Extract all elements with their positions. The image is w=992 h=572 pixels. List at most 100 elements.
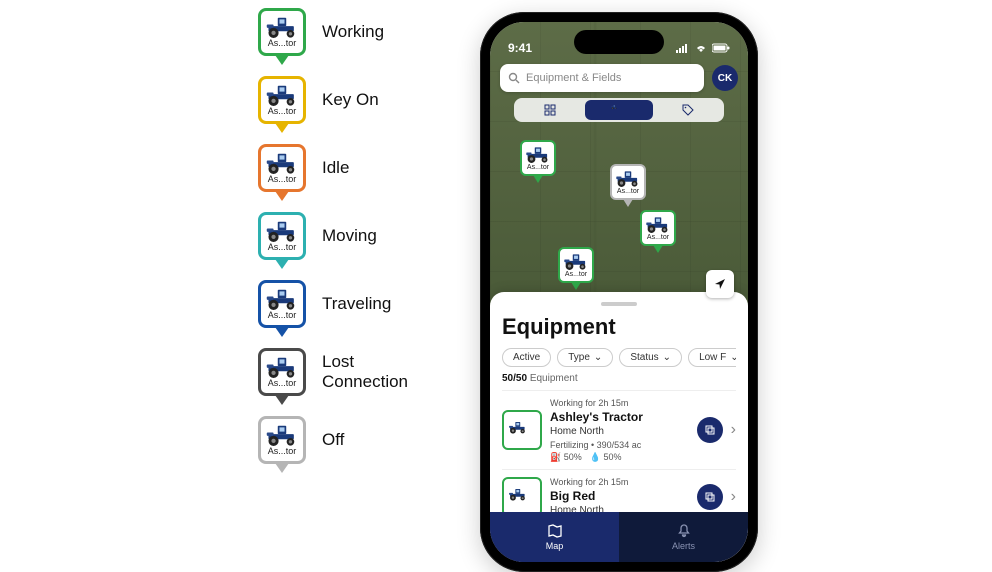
status-time: 9:41 bbox=[508, 41, 532, 55]
search-placeholder: Equipment & Fields bbox=[526, 72, 621, 84]
status-line: Working for 2h 15m bbox=[550, 397, 689, 409]
user-avatar[interactable]: CK bbox=[712, 65, 738, 91]
legend-item: As...tor Traveling bbox=[258, 280, 432, 328]
legend-item: As...tor Key On bbox=[258, 76, 432, 124]
details-button[interactable] bbox=[697, 484, 723, 510]
map-icon bbox=[547, 523, 563, 539]
chevron-down-icon: ⌄ bbox=[663, 352, 671, 363]
status-icons bbox=[676, 43, 730, 53]
map-equipment-pin[interactable]: As...tor bbox=[640, 210, 676, 246]
seg-equipment[interactable] bbox=[585, 100, 654, 120]
chevron-down-icon: ⌄ bbox=[730, 352, 736, 363]
status-pin: As...tor bbox=[258, 212, 306, 260]
legend-item: As...tor Off bbox=[258, 416, 432, 464]
equipment-count: 50/50 Equipment bbox=[502, 373, 736, 384]
tab-alerts[interactable]: Alerts bbox=[619, 512, 748, 562]
filter-chip[interactable]: Status ⌄ bbox=[619, 348, 682, 367]
status-pin: As...tor bbox=[258, 280, 306, 328]
tractor-icon bbox=[611, 105, 627, 115]
sheet-handle[interactable] bbox=[601, 302, 637, 306]
seg-layers[interactable] bbox=[653, 100, 722, 120]
pin-label: As...tor bbox=[617, 188, 639, 195]
chevron-right-icon: › bbox=[731, 421, 736, 439]
details-button[interactable] bbox=[697, 417, 723, 443]
tag-icon bbox=[682, 104, 694, 116]
legend-label: Working bbox=[322, 22, 384, 42]
phone-screen: 9:41 As...tor As...tor As...tor As...tor… bbox=[490, 22, 748, 562]
pin-label: As...tor bbox=[268, 39, 297, 48]
sheet-title: Equipment bbox=[502, 314, 736, 340]
equipment-info: Working for 2h 15m Ashley's Tractor Home… bbox=[550, 397, 689, 463]
tractor-icon bbox=[265, 16, 299, 38]
tractor-icon bbox=[265, 220, 299, 242]
locate-me-button[interactable] bbox=[706, 270, 734, 298]
cellular-icon bbox=[676, 43, 690, 53]
legend-label: Lost Connection bbox=[322, 352, 432, 391]
legend-label: Traveling bbox=[322, 294, 391, 314]
status-legend: As...tor Working As...tor Key On As...to… bbox=[258, 8, 432, 464]
equipment-thumb bbox=[502, 410, 542, 450]
legend-item: As...tor Moving bbox=[258, 212, 432, 260]
seg-fields[interactable] bbox=[516, 100, 585, 120]
equipment-row[interactable]: Working for 2h 15m Ashley's Tractor Home… bbox=[502, 390, 736, 469]
pin-label: As...tor bbox=[268, 175, 297, 184]
tab-label: Alerts bbox=[672, 541, 695, 551]
status-pin: As...tor bbox=[258, 8, 306, 56]
status-pin: As...tor bbox=[258, 416, 306, 464]
tractor-icon bbox=[265, 288, 299, 310]
status-pin: As...tor bbox=[258, 144, 306, 192]
phone-frame: 9:41 As...tor As...tor As...tor As...tor… bbox=[480, 12, 758, 572]
search-input[interactable]: Equipment & Fields bbox=[500, 64, 704, 92]
tractor-icon bbox=[563, 253, 589, 270]
filter-chip[interactable]: Low F ⌄ bbox=[688, 348, 736, 367]
map-equipment-pin[interactable]: As...tor bbox=[520, 140, 556, 176]
chevron-right-icon: › bbox=[731, 488, 736, 506]
legend-item: As...tor Lost Connection bbox=[258, 348, 432, 396]
equipment-name: Big Red bbox=[550, 488, 689, 504]
def-stat: 💧 50% bbox=[590, 451, 622, 463]
map-equipment-pin[interactable]: As...tor bbox=[558, 247, 594, 283]
tab-map[interactable]: Map bbox=[490, 512, 619, 562]
tractor-icon bbox=[508, 488, 536, 506]
fuel-stat: ⛽ 50% bbox=[550, 451, 582, 463]
pin-label: As...tor bbox=[565, 271, 587, 278]
location-arrow-icon bbox=[713, 277, 727, 291]
wifi-icon bbox=[694, 43, 708, 53]
search-row: Equipment & Fields CK bbox=[500, 64, 738, 92]
search-icon bbox=[508, 72, 520, 84]
chevron-down-icon: ⌄ bbox=[594, 352, 602, 363]
grid-icon bbox=[544, 104, 556, 116]
map-equipment-pin[interactable]: As...tor bbox=[610, 164, 646, 200]
tractor-icon bbox=[265, 152, 299, 174]
copy-icon bbox=[704, 424, 716, 436]
tractor-icon bbox=[525, 146, 551, 163]
pin-label: As...tor bbox=[527, 164, 549, 171]
filter-chip[interactable]: Active bbox=[502, 348, 551, 367]
filter-chip[interactable]: Type ⌄ bbox=[557, 348, 613, 367]
pin-label: As...tor bbox=[647, 234, 669, 241]
equipment-list: Working for 2h 15m Ashley's Tractor Home… bbox=[502, 390, 736, 524]
copy-icon bbox=[704, 491, 716, 503]
tab-bar: Map Alerts bbox=[490, 512, 748, 562]
tractor-icon bbox=[265, 84, 299, 106]
equipment-location: Home North bbox=[550, 425, 689, 439]
pin-label: As...tor bbox=[268, 311, 297, 320]
legend-label: Idle bbox=[322, 158, 349, 178]
battery-icon bbox=[712, 43, 730, 53]
notch bbox=[574, 30, 664, 54]
legend-item: As...tor Working bbox=[258, 8, 432, 56]
view-segmented-control[interactable] bbox=[514, 98, 724, 122]
status-line: Working for 2h 15m bbox=[550, 476, 689, 488]
equipment-stats: ⛽ 50% 💧 50% bbox=[550, 451, 689, 463]
tractor-icon bbox=[265, 424, 299, 446]
bell-icon bbox=[676, 523, 692, 539]
equipment-name: Ashley's Tractor bbox=[550, 409, 689, 425]
pin-label: As...tor bbox=[268, 379, 297, 388]
tab-label: Map bbox=[546, 541, 564, 551]
tractor-icon bbox=[265, 356, 299, 378]
status-pin: As...tor bbox=[258, 348, 306, 396]
legend-item: As...tor Idle bbox=[258, 144, 432, 192]
pin-label: As...tor bbox=[268, 243, 297, 252]
status-pin: As...tor bbox=[258, 76, 306, 124]
filter-chips: Active Type ⌄ Status ⌄ Low F ⌄ bbox=[502, 348, 736, 367]
